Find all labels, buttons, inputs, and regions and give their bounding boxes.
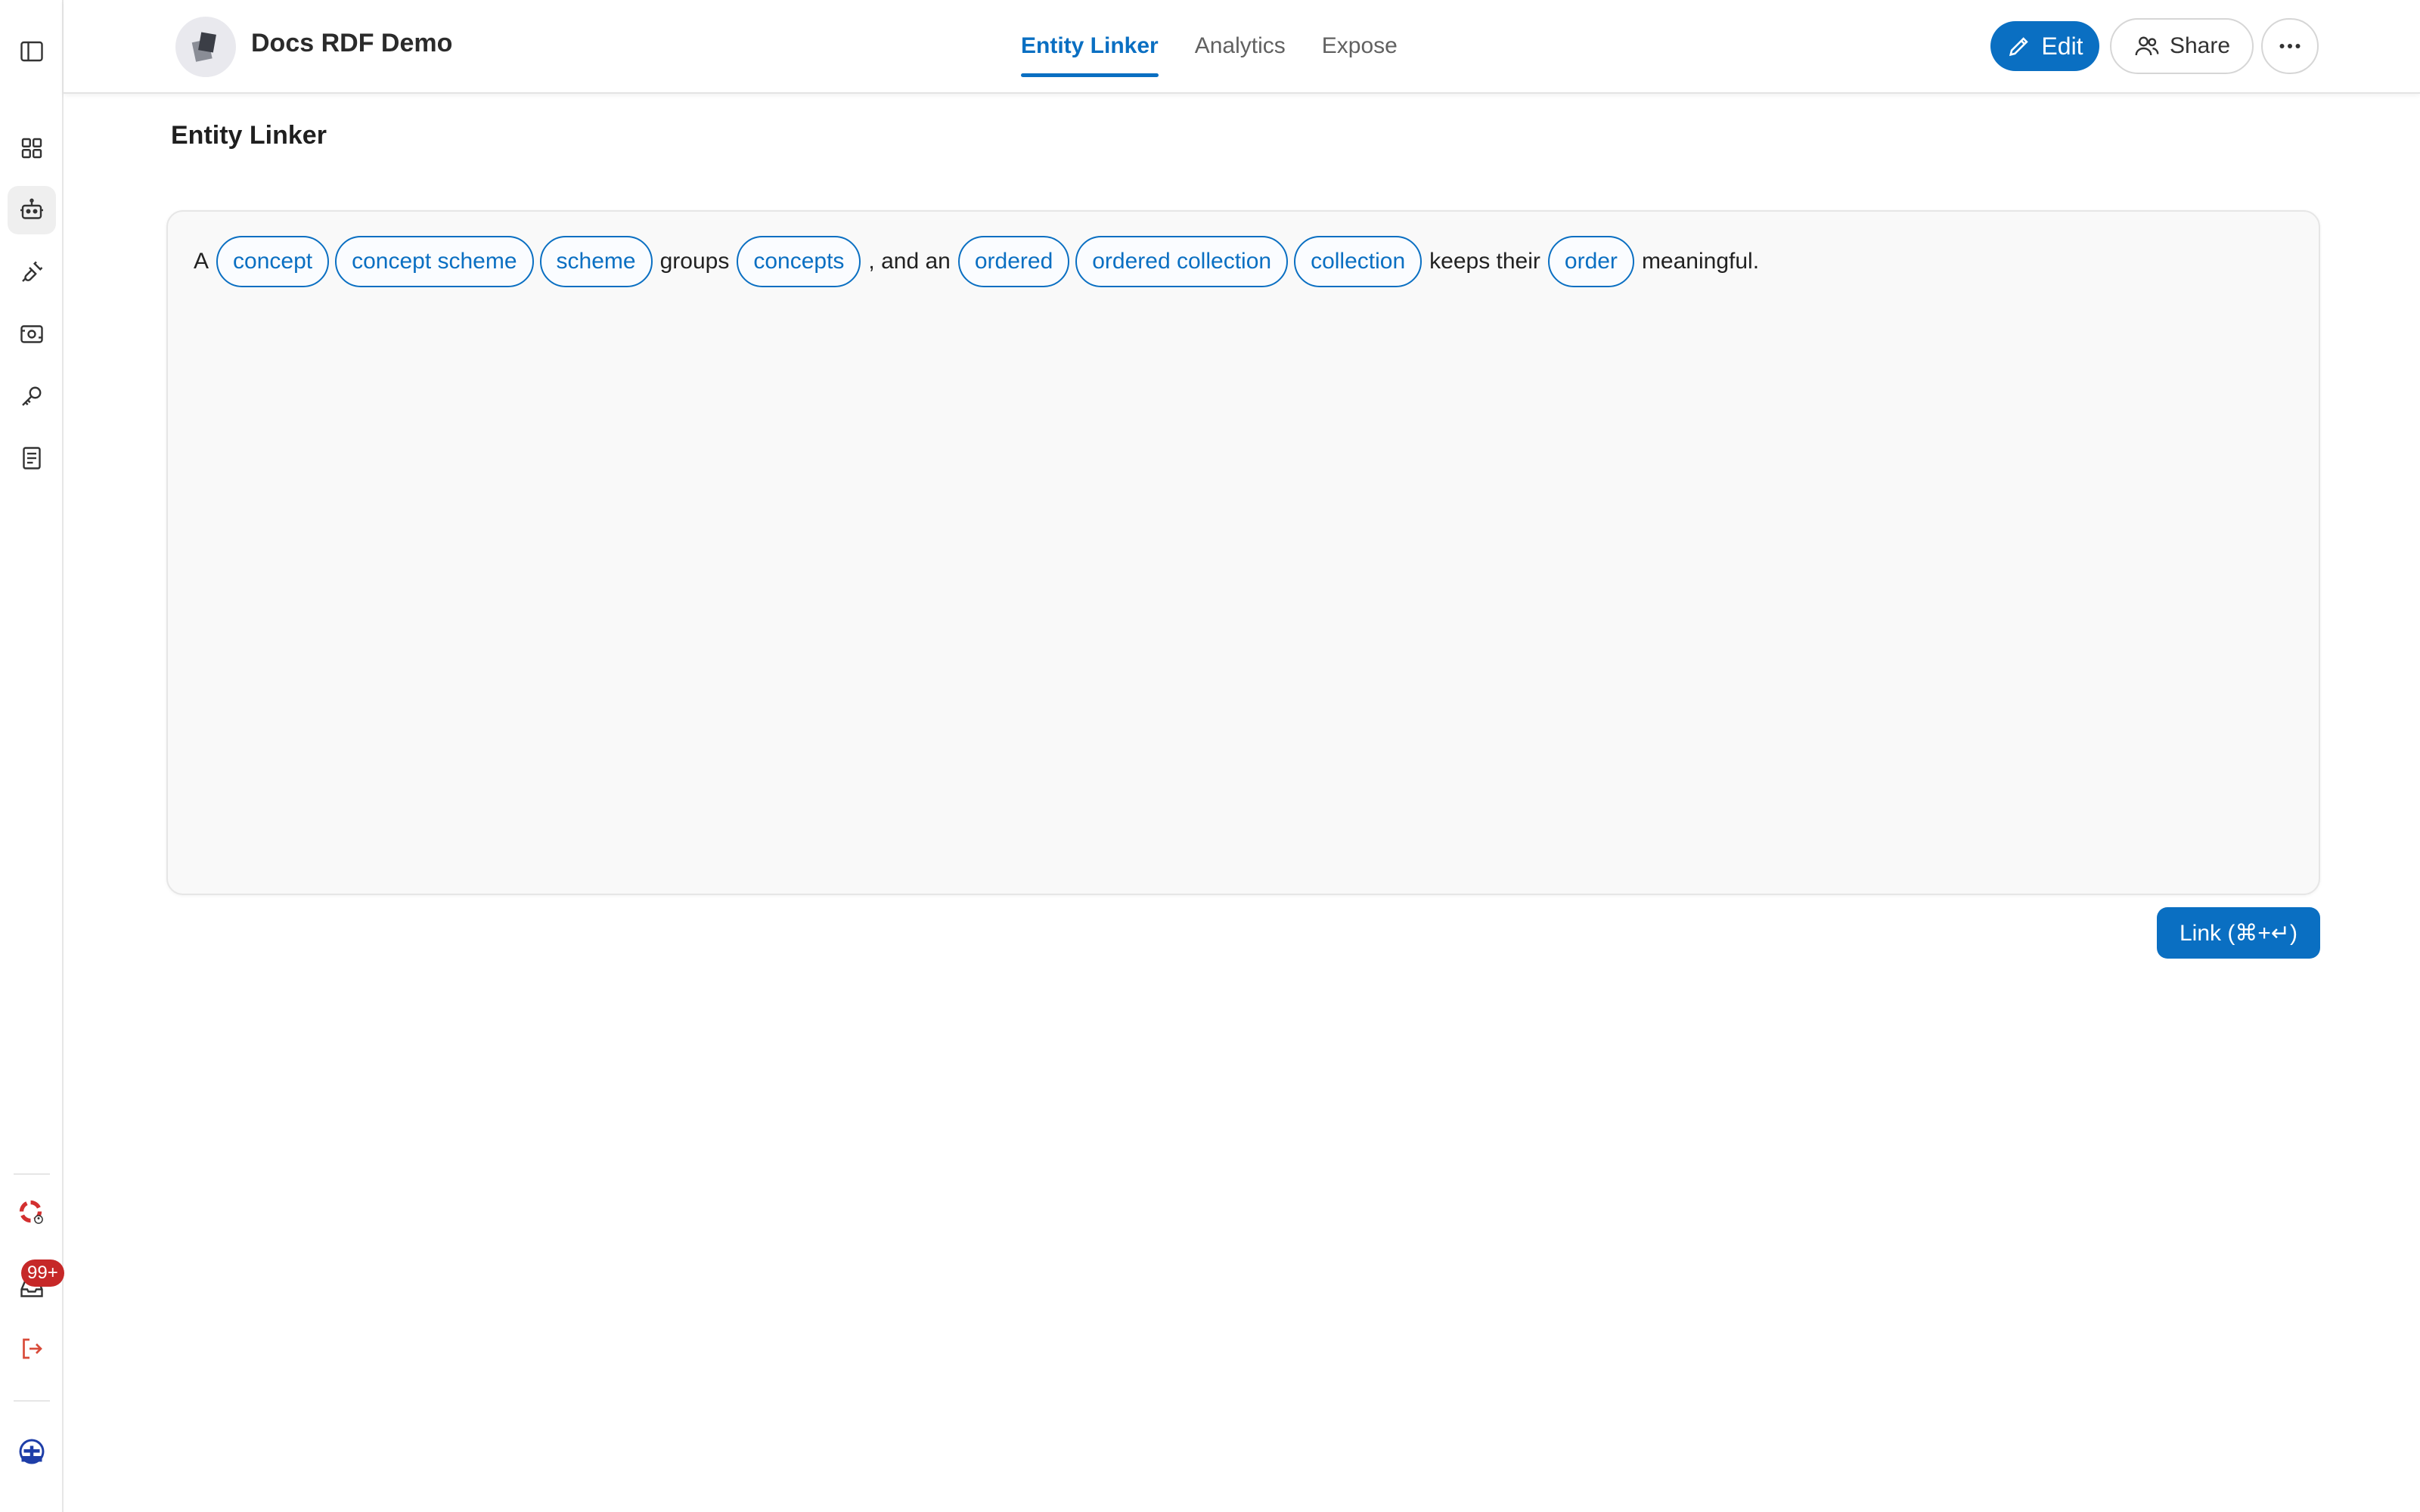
left-rail: 99+ [0, 0, 64, 1512]
app-title: Docs RDF Demo [251, 29, 453, 57]
lifebuoy-icon [19, 1200, 43, 1224]
panel-toggle-icon [20, 41, 43, 62]
text-segment: keeps their [1429, 249, 1540, 274]
text-segment: meaningful. [1641, 249, 1760, 274]
tab-expose[interactable]: Expose [1322, 0, 1398, 94]
entity-chip[interactable]: ordered collection [1075, 236, 1289, 287]
sidebar-item-keys[interactable] [8, 372, 56, 420]
edit-button[interactable]: Edit [1990, 21, 2099, 71]
sidebar-toggle-button[interactable] [8, 27, 56, 76]
sidebar-item-integrations[interactable] [8, 248, 56, 296]
rail-divider [14, 1400, 50, 1402]
top-header: Docs RDF Demo Entity Linker Analytics Ex… [64, 0, 2420, 94]
app-logo [175, 17, 236, 77]
more-options-button[interactable] [2261, 18, 2319, 74]
robot-icon [20, 198, 43, 219]
entity-chip[interactable]: collection [1294, 236, 1423, 287]
link-button[interactable]: Link (⌘+↵) [2157, 907, 2320, 959]
rail-divider [14, 1173, 50, 1175]
document-icon [23, 447, 41, 469]
help-button[interactable] [8, 1188, 56, 1237]
entity-chip[interactable]: concepts [737, 236, 861, 287]
sidebar-item-docs[interactable] [8, 434, 56, 482]
text-segment: A [194, 249, 209, 274]
share-label: Share [2169, 33, 2231, 58]
entity-text-panel[interactable]: A concept concept scheme scheme groups c… [166, 210, 2320, 895]
entity-chip[interactable]: scheme [539, 236, 653, 287]
logout-button[interactable] [8, 1325, 56, 1373]
scan-icon [20, 325, 43, 343]
entity-chip[interactable]: order [1547, 236, 1634, 287]
sidebar-item-dashboard[interactable] [8, 124, 56, 172]
entity-chip[interactable]: concept scheme [335, 236, 534, 287]
sidebar-item-bot[interactable] [8, 186, 56, 234]
nav-tabs: Entity Linker Analytics Expose [1021, 0, 1398, 94]
app-logo-icon [191, 32, 216, 62]
linked-text: A concept concept scheme scheme groups c… [192, 236, 2294, 287]
edit-label: Edit [2041, 32, 2083, 60]
entity-chip[interactable]: concept [216, 236, 330, 287]
tab-entity-linker[interactable]: Entity Linker [1021, 0, 1159, 94]
dashboard-grid-icon [21, 138, 42, 159]
page-title: Entity Linker [171, 121, 327, 150]
pencil-icon [2009, 37, 2029, 57]
plug-icon [22, 261, 43, 282]
inbox-badge: 99+ [21, 1259, 64, 1287]
text-segment: groups [659, 249, 730, 274]
entity-chip[interactable]: ordered [957, 236, 1070, 287]
text-segment: , and an [868, 249, 951, 274]
logout-icon [23, 1338, 42, 1359]
users-icon [2135, 36, 2159, 56]
share-button[interactable]: Share [2110, 18, 2254, 74]
user-avatar-button[interactable] [8, 1427, 56, 1476]
more-horizontal-icon [2279, 44, 2301, 48]
key-icon [22, 386, 42, 406]
user-avatar-icon [19, 1439, 45, 1464]
sidebar-item-scan[interactable] [8, 310, 56, 358]
tab-analytics[interactable]: Analytics [1195, 0, 1286, 94]
